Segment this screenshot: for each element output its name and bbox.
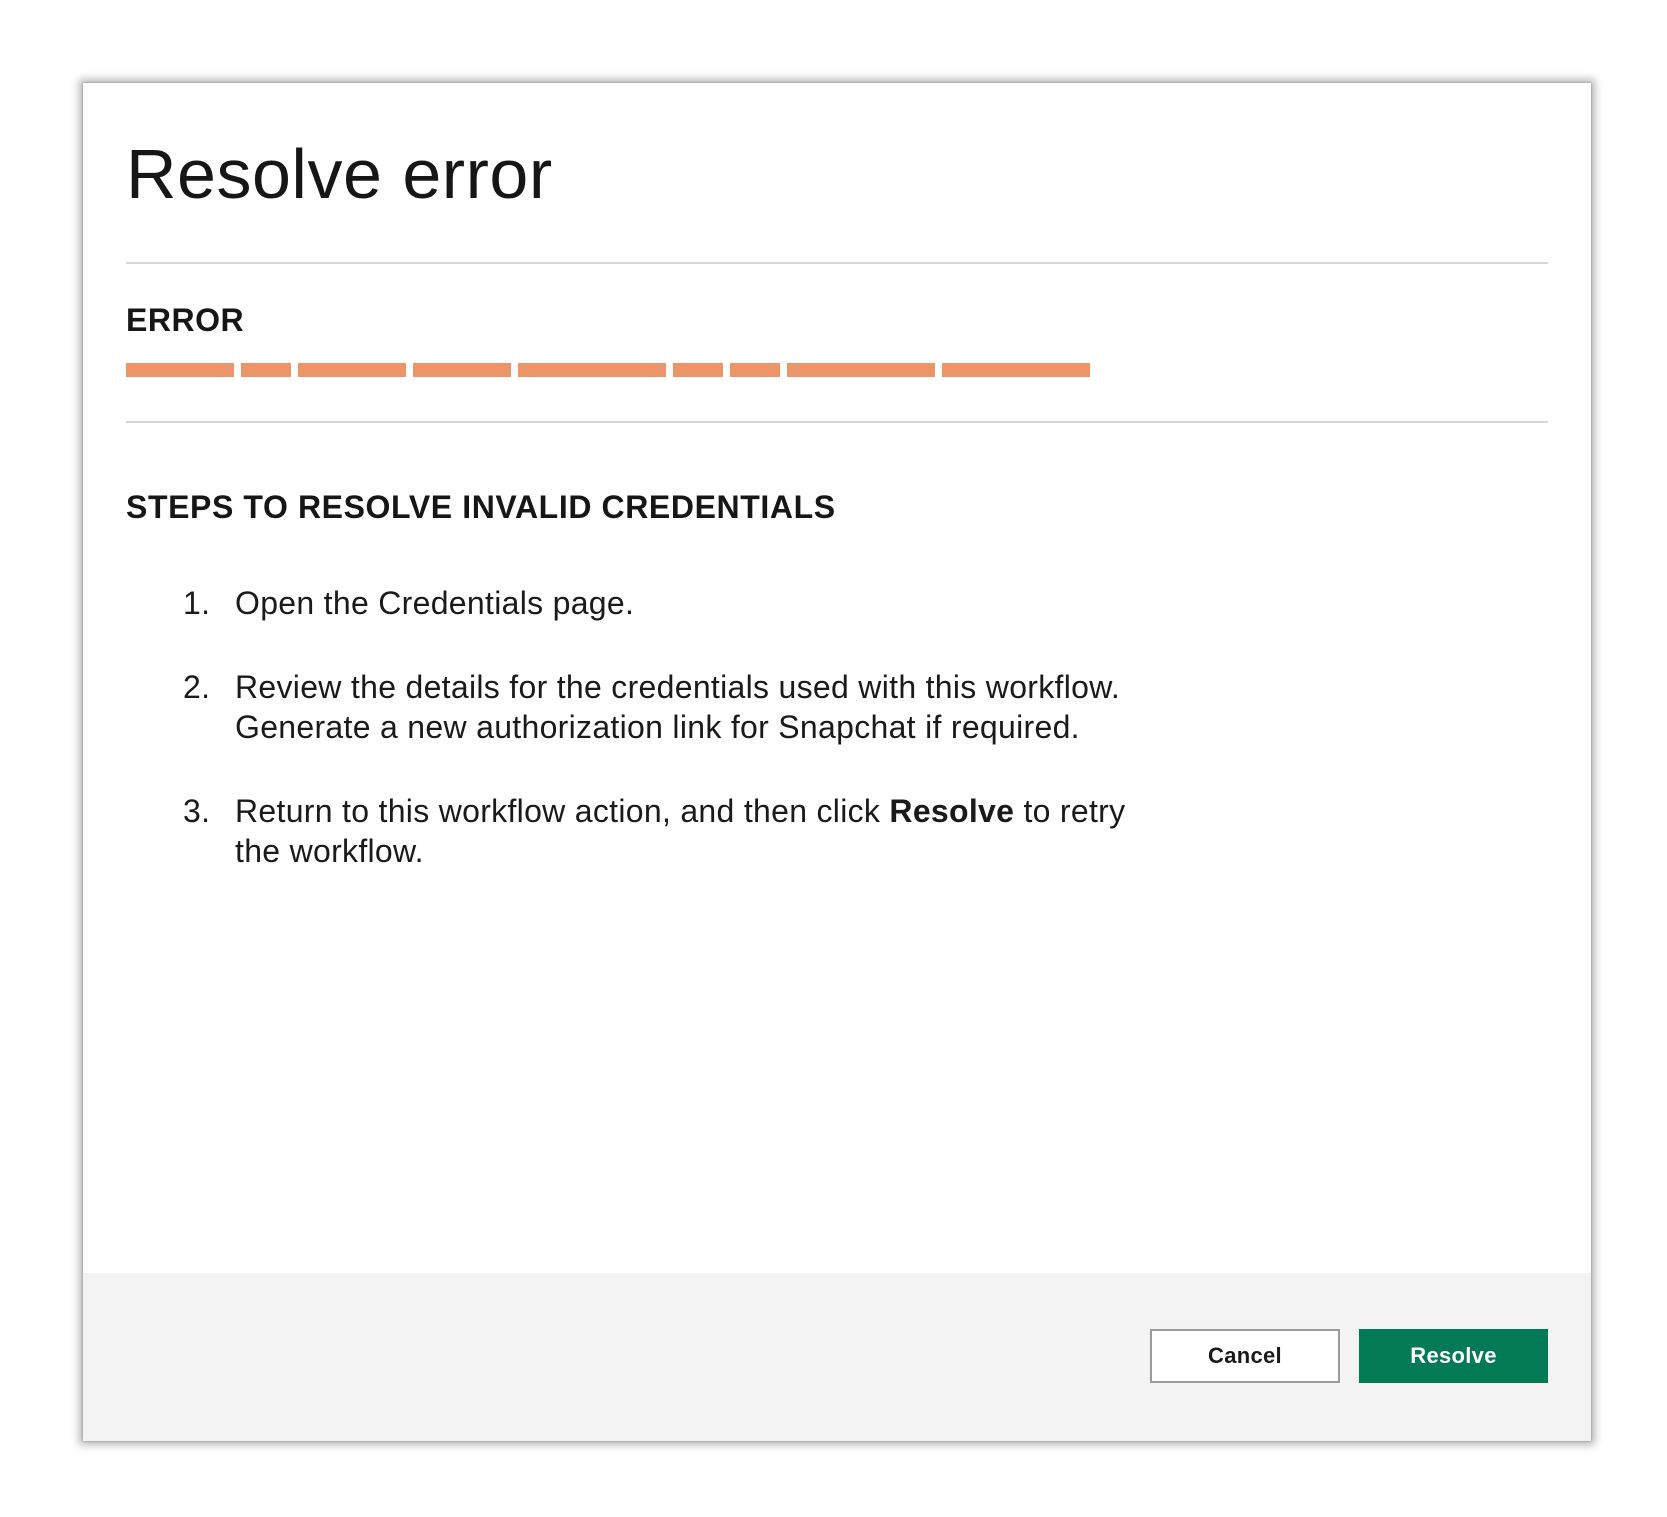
step-text-line: Generate a new authorization link for Sn… xyxy=(235,709,1080,745)
step-number: 3. xyxy=(183,793,211,829)
redaction-bar xyxy=(241,363,291,377)
resolve-button[interactable]: Resolve xyxy=(1359,1329,1548,1383)
redaction-bar xyxy=(787,363,935,377)
redaction-bar xyxy=(673,363,723,377)
step-text-line: Return to this workflow action, and then… xyxy=(235,791,1383,831)
step-item: 1. Open the Credentials page. xyxy=(183,583,1383,623)
redaction-bar xyxy=(298,363,406,377)
steps-list: 1. Open the Credentials page. 2. Review … xyxy=(183,583,1383,871)
step-text: Open the Credentials page. xyxy=(235,585,635,621)
step-number: 2. xyxy=(183,669,211,705)
redaction-bar xyxy=(413,363,511,377)
cancel-button[interactable]: Cancel xyxy=(1150,1329,1340,1383)
step-item: 2. Review the details for the credential… xyxy=(183,667,1383,747)
dialog-title: Resolve error xyxy=(126,135,553,213)
step-text-line: Review the details for the credentials u… xyxy=(235,669,1121,705)
step-text-line: the workflow. xyxy=(235,833,424,869)
resolve-error-dialog: Resolve error ERROR STEPS TO RESOLVE INV… xyxy=(83,83,1591,1441)
error-heading: ERROR xyxy=(126,302,245,338)
redaction-bar xyxy=(942,363,1090,377)
section-divider xyxy=(126,421,1548,423)
step-text-segment: to retry xyxy=(1014,793,1126,829)
redaction-bar xyxy=(730,363,780,377)
steps-heading: STEPS TO RESOLVE INVALID CREDENTIALS xyxy=(126,489,836,525)
step-text-segment: Return to this workflow action, and then… xyxy=(235,793,890,829)
redaction-bar xyxy=(518,363,666,377)
redacted-error-message xyxy=(126,363,1090,377)
resolve-emphasis: Resolve xyxy=(889,793,1015,829)
header-divider xyxy=(126,262,1548,264)
redaction-bar xyxy=(126,363,234,377)
step-item: 3. Return to this workflow action, and t… xyxy=(183,791,1383,871)
dialog-footer: Cancel Resolve xyxy=(83,1273,1591,1441)
step-number: 1. xyxy=(183,585,211,621)
